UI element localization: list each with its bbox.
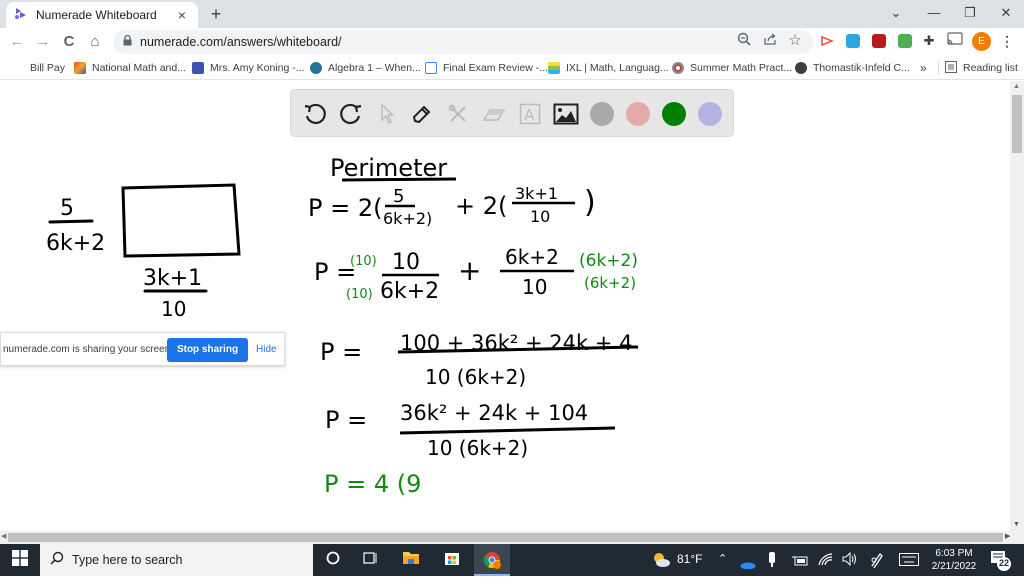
color-swatch-gray[interactable] <box>590 102 614 126</box>
scroll-left-arrow-icon[interactable]: ◀ <box>1 532 6 540</box>
file-explorer-icon[interactable] <box>401 550 421 570</box>
eraser-tool[interactable] <box>480 100 508 128</box>
windows-taskbar: Type here to search 81°F ⌃ 6:03 PM 2/21/… <box>0 544 1024 576</box>
line2-mult-top: (10) <box>350 254 377 269</box>
hide-button[interactable]: Hide <box>256 338 277 362</box>
scroll-up-arrow-icon[interactable]: ▲ <box>1013 83 1020 90</box>
onedrive-icon[interactable] <box>740 556 756 574</box>
usb-device-icon[interactable] <box>768 552 776 573</box>
line3-denominator: 10 (6k+2) <box>425 365 526 389</box>
line1-close: ) <box>584 185 596 220</box>
line1-frac2-num: 3k+1 <box>515 184 558 203</box>
system-clock[interactable]: 6:03 PM 2/21/2022 <box>925 547 983 573</box>
line2-plus: + <box>458 254 481 287</box>
undo-button[interactable] <box>301 100 329 128</box>
line1-mid: + 2( <box>455 192 507 220</box>
battery-icon[interactable] <box>792 554 808 572</box>
clock-time: 6:03 PM <box>935 548 973 559</box>
pen-workspace-icon[interactable] <box>870 552 884 573</box>
weather-icon[interactable] <box>652 552 670 573</box>
line2-frac1-den: 6k+2 <box>380 279 439 304</box>
scroll-down-arrow-icon[interactable]: ▼ <box>1013 521 1020 528</box>
line2-frac1-num: 10 <box>392 250 420 275</box>
bottom-numerator: 3k+1 <box>143 266 202 291</box>
image-tool[interactable] <box>552 100 580 128</box>
clock-date: 2/21/2022 <box>931 561 977 572</box>
weather-temperature[interactable]: 81°F <box>677 552 702 566</box>
color-swatch-pink[interactable] <box>626 102 650 126</box>
search-placeholder: Type here to search <box>72 553 183 567</box>
line2-mult2-top: (6k+2) <box>579 251 638 271</box>
line2-frac2-den: 10 <box>522 275 547 299</box>
taskbar-chrome-active[interactable] <box>474 544 510 576</box>
line4-numerator: 36k² + 24k + 104 <box>400 401 588 425</box>
rectangle-shape <box>121 183 241 258</box>
stop-sharing-button[interactable]: Stop sharing <box>167 338 248 362</box>
chrome-icon <box>483 551 501 574</box>
line2-mult2-bot: (6k+2) <box>584 274 636 292</box>
pen-tool[interactable] <box>408 100 436 128</box>
whiteboard-toolbar: A <box>290 89 734 137</box>
task-view-icon[interactable] <box>360 550 380 570</box>
side-fraction-bar <box>48 219 94 224</box>
shapes-tool[interactable] <box>444 100 472 128</box>
line1-frac2-den: 10 <box>530 207 550 226</box>
line2-frac2-num: 6k+2 <box>505 245 559 269</box>
wifi-icon[interactable] <box>818 552 834 571</box>
bottom-denominator: 10 <box>161 297 186 321</box>
whiteboard-drawing: 5 6k+2 3k+1 10 Perimeter P = 2( 5 6k+2) … <box>46 154 639 498</box>
notification-count: 22 <box>998 558 1009 568</box>
screen-sharing-bar: numerade.com is sharing your screen. Sto… <box>0 332 285 366</box>
windows-start-icon[interactable] <box>10 550 30 570</box>
horizontal-scroll-thumb[interactable] <box>8 533 1003 542</box>
cortana-icon[interactable] <box>323 550 343 570</box>
microsoft-store-icon[interactable] <box>442 550 462 570</box>
show-hidden-icons-chevron[interactable]: ⌃ <box>718 552 727 565</box>
svg-text:A: A <box>524 106 535 124</box>
text-tool[interactable]: A <box>516 100 544 128</box>
line4-prefix: P = <box>325 406 367 434</box>
line4-denominator: 10 (6k+2) <box>427 436 528 460</box>
color-swatch-green[interactable] <box>662 102 686 126</box>
redo-button[interactable] <box>337 100 365 128</box>
line2-mult-bot: (10) <box>346 287 373 302</box>
sharing-message: numerade.com is sharing your screen. <box>3 343 174 355</box>
taskbar-search-box[interactable]: Type here to search <box>40 544 313 576</box>
action-center-button[interactable]: 22 <box>990 550 1012 572</box>
color-swatch-lavender[interactable] <box>698 102 722 126</box>
heading-underline <box>341 177 457 182</box>
side-denominator: 6k+2 <box>46 231 105 256</box>
side-numerator: 5 <box>60 196 74 221</box>
touch-keyboard-icon[interactable] <box>899 553 919 571</box>
line5-partial: P = 4 (9 <box>324 470 421 498</box>
line1-prefix: P = 2( <box>308 194 382 222</box>
select-pointer-tool[interactable] <box>373 100 401 128</box>
line1-frac1-den: 6k+2) <box>383 209 432 228</box>
line1-frac1-num: 5 <box>393 186 404 207</box>
search-icon <box>50 551 64 570</box>
vertical-scroll-thumb[interactable] <box>1012 95 1022 153</box>
line3-prefix: P = <box>320 338 362 366</box>
volume-icon[interactable] <box>842 551 858 571</box>
scroll-right-arrow-icon[interactable]: ▶ <box>1005 532 1010 540</box>
